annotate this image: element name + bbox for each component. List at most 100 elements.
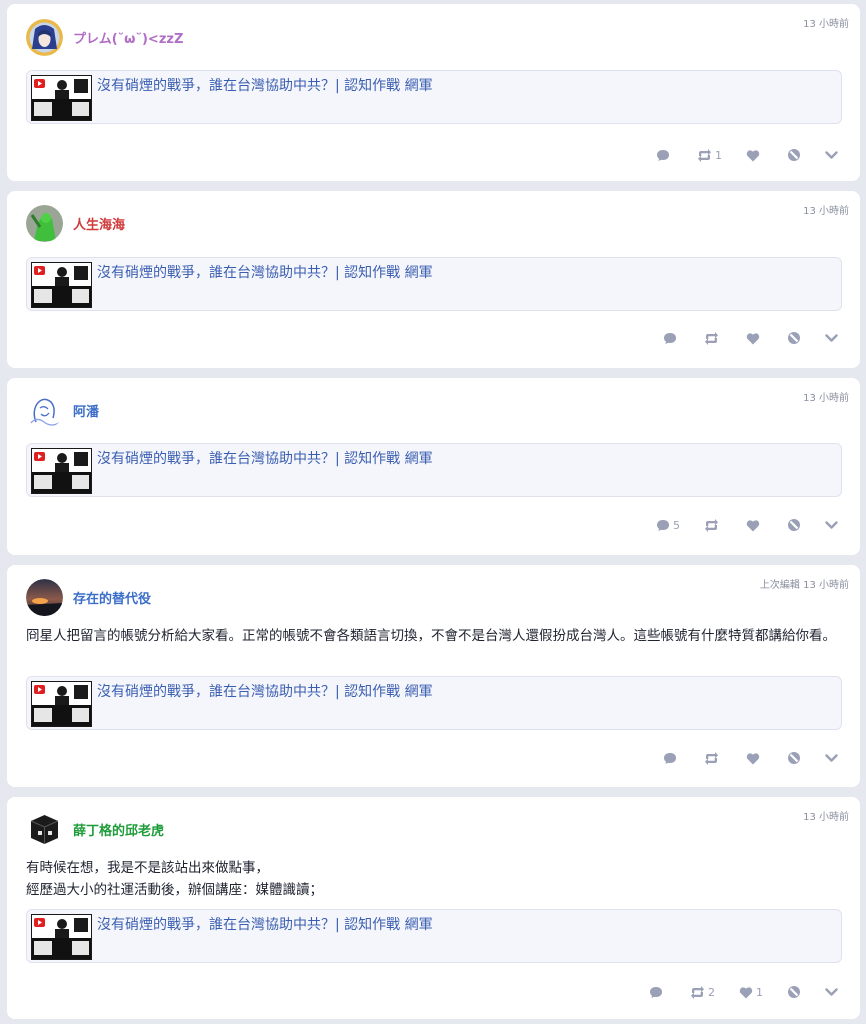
favourite-button[interactable] xyxy=(746,752,763,765)
reply-icon xyxy=(649,986,663,999)
reply-count: 5 xyxy=(673,518,680,532)
favourite-icon xyxy=(746,752,760,765)
more-options-button[interactable] xyxy=(825,753,838,763)
boost-icon xyxy=(697,148,712,162)
post-card[interactable]: 13 小時前 プレム(˘ω˘)<zzZ 沒有硝煙的戰爭，誰在台灣協助中共？| 認… xyxy=(7,4,860,181)
reply-button[interactable] xyxy=(656,149,673,162)
favourite-icon xyxy=(746,332,760,345)
author-name[interactable]: 人生海海 xyxy=(73,214,125,233)
reply-icon xyxy=(663,332,677,345)
avatar[interactable] xyxy=(26,19,63,56)
video-thumbnail xyxy=(31,262,92,308)
reply-icon xyxy=(663,752,677,765)
block-icon xyxy=(787,985,801,999)
block-button[interactable] xyxy=(787,518,801,532)
boost-icon xyxy=(690,985,705,999)
link-preview-card[interactable]: 沒有硝煙的戰爭，誰在台灣協助中共？| 認知作戰 網軍 xyxy=(26,909,842,963)
more-options-icon xyxy=(825,333,838,343)
post-actions: 2 1 xyxy=(625,982,838,1002)
block-icon xyxy=(787,751,801,765)
reply-button[interactable] xyxy=(663,752,680,765)
more-options-button[interactable] xyxy=(825,150,838,160)
block-icon xyxy=(787,148,801,162)
post-actions: 1 xyxy=(632,145,838,165)
block-button[interactable] xyxy=(787,148,801,162)
more-options-icon xyxy=(825,753,838,763)
post-author[interactable]: 阿潘 xyxy=(26,392,99,429)
favourite-button[interactable] xyxy=(746,149,763,162)
boost-button[interactable]: 2 xyxy=(690,985,715,999)
avatar[interactable] xyxy=(26,392,63,429)
post-author[interactable]: プレム(˘ω˘)<zzZ xyxy=(26,19,183,56)
post-timestamp[interactable]: 上次編輯 13 小時前 xyxy=(760,576,849,591)
boost-button[interactable] xyxy=(704,518,722,532)
block-button[interactable] xyxy=(787,985,801,999)
block-button[interactable] xyxy=(787,751,801,765)
favourite-button[interactable] xyxy=(746,332,763,345)
reply-icon xyxy=(656,519,670,532)
avatar[interactable] xyxy=(26,579,63,616)
favourite-button[interactable]: 1 xyxy=(739,986,763,999)
author-name[interactable]: 阿潘 xyxy=(73,401,99,420)
link-title[interactable]: 沒有硝煙的戰爭，誰在台灣協助中共？| 認知作戰 網軍 xyxy=(97,262,433,282)
link-preview-card[interactable]: 沒有硝煙的戰爭，誰在台灣協助中共？| 認知作戰 網軍 xyxy=(26,70,842,124)
post-author[interactable]: 薛丁格的邱老虎 xyxy=(26,811,164,848)
link-preview-card[interactable]: 沒有硝煙的戰爭，誰在台灣協助中共？| 認知作戰 網軍 xyxy=(26,443,842,497)
favourite-count: 1 xyxy=(756,985,763,999)
reply-button[interactable]: 5 xyxy=(656,519,680,532)
link-title[interactable]: 沒有硝煙的戰爭，誰在台灣協助中共？| 認知作戰 網軍 xyxy=(97,448,433,468)
block-icon xyxy=(787,331,801,345)
link-preview-card[interactable]: 沒有硝煙的戰爭，誰在台灣協助中共？| 認知作戰 網軍 xyxy=(26,676,842,730)
more-options-icon xyxy=(825,150,838,160)
boost-icon xyxy=(704,518,719,532)
post-timestamp[interactable]: 13 小時前 xyxy=(803,202,849,217)
avatar[interactable] xyxy=(26,811,63,848)
more-options-button[interactable] xyxy=(825,520,838,530)
reply-button[interactable] xyxy=(663,332,680,345)
author-name[interactable]: プレム(˘ω˘)<zzZ xyxy=(73,28,183,47)
post-timestamp[interactable]: 13 小時前 xyxy=(803,808,849,823)
boost-button[interactable] xyxy=(704,751,722,765)
block-icon xyxy=(787,518,801,532)
boost-button[interactable]: 1 xyxy=(697,148,722,162)
favourite-button[interactable] xyxy=(746,519,763,532)
favourite-icon xyxy=(746,149,760,162)
post-author[interactable]: 存在的替代役 xyxy=(26,579,151,616)
video-thumbnail xyxy=(31,681,92,727)
more-options-icon xyxy=(825,987,838,997)
boost-count: 1 xyxy=(715,148,722,162)
post-card[interactable]: 13 小時前 人生海海 沒有硝煙的戰爭，誰在台灣協助中共？| 認知作戰 網軍 xyxy=(7,191,860,368)
favourite-icon xyxy=(746,519,760,532)
author-name[interactable]: 薛丁格的邱老虎 xyxy=(73,820,164,839)
video-thumbnail xyxy=(31,914,92,960)
post-text: 有時候在想，我是不是該站出來做點事， 經歷過大小的社運活動後，辦個講座：媒體識讀… xyxy=(26,860,323,898)
post-timestamp[interactable]: 13 小時前 xyxy=(803,389,849,404)
avatar[interactable] xyxy=(26,205,63,242)
post-text: 冏星人把留言的帳號分析給大家看。正常的帳號不會各類語言切換，不會不是台灣人還假扮… xyxy=(26,628,836,644)
more-options-button[interactable] xyxy=(825,987,838,997)
post-card[interactable]: 13 小時前 阿潘 沒有硝煙的戰爭，誰在台灣協助中共？| 認知作戰 網軍 5 xyxy=(7,378,860,555)
post-timestamp[interactable]: 13 小時前 xyxy=(803,15,849,30)
favourite-icon xyxy=(739,986,753,999)
boost-icon xyxy=(704,331,719,345)
link-title[interactable]: 沒有硝煙的戰爭，誰在台灣協助中共？| 認知作戰 網軍 xyxy=(97,75,433,95)
more-options-icon xyxy=(825,520,838,530)
post-card[interactable]: 13 小時前 薛丁格的邱老虎 有時候在想，我是不是該站出來做點事， 經歷過大小的… xyxy=(7,797,860,1019)
post-actions xyxy=(639,328,838,348)
video-thumbnail xyxy=(31,448,92,494)
boost-button[interactable] xyxy=(704,331,722,345)
post-author[interactable]: 人生海海 xyxy=(26,205,125,242)
more-options-button[interactable] xyxy=(825,333,838,343)
block-button[interactable] xyxy=(787,331,801,345)
boost-icon xyxy=(704,751,719,765)
post-card[interactable]: 上次編輯 13 小時前 存在的替代役 冏星人把留言的帳號分析給大家看。正常的帳號… xyxy=(7,565,860,787)
video-thumbnail xyxy=(31,75,92,121)
post-actions: 5 xyxy=(632,515,838,535)
post-actions xyxy=(639,748,838,768)
boost-count: 2 xyxy=(708,985,715,999)
author-name[interactable]: 存在的替代役 xyxy=(73,588,151,607)
link-title[interactable]: 沒有硝煙的戰爭，誰在台灣協助中共？| 認知作戰 網軍 xyxy=(97,914,433,934)
link-title[interactable]: 沒有硝煙的戰爭，誰在台灣協助中共？| 認知作戰 網軍 xyxy=(97,681,433,701)
link-preview-card[interactable]: 沒有硝煙的戰爭，誰在台灣協助中共？| 認知作戰 網軍 xyxy=(26,257,842,311)
reply-button[interactable] xyxy=(649,986,666,999)
